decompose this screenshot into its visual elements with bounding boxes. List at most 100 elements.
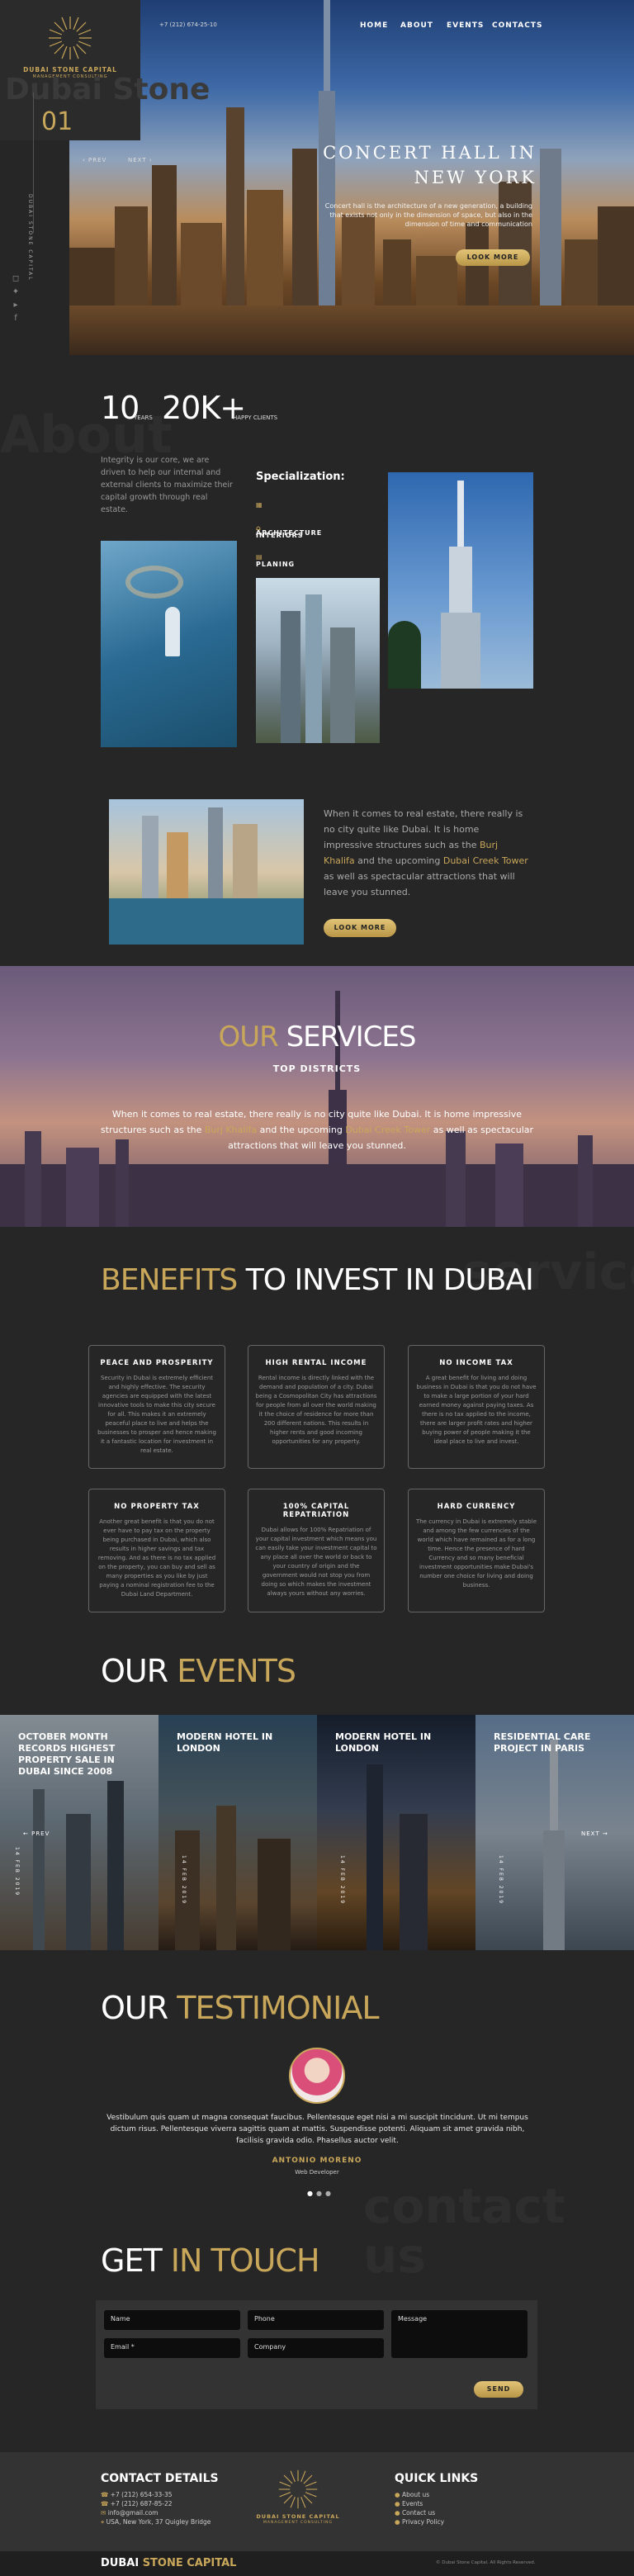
mail-icon: ✉	[101, 2509, 106, 2517]
event-card[interactable]: MODERN HOTEL IN LONDON 14 FEB 2019	[317, 1715, 476, 1950]
phone-icon: ☎	[101, 2491, 109, 2498]
benefit-card: HARD CURRENCY The currency in Dubai is ex…	[408, 1489, 545, 1612]
planing-icon: ▤	[256, 553, 263, 561]
services-subtitle: TOP DISTRICTS	[272, 1063, 362, 1074]
event-card[interactable]: MODERN HOTEL IN LONDON 14 FEB 2019	[158, 1715, 317, 1950]
event-date: 14 FEB 2019	[498, 1855, 504, 1906]
benefit-card: NO INCOME TAX A great benefit for living …	[408, 1345, 545, 1469]
footer-bottom-bar: DUBAI STONE CAPITAL © Dubai Stone Capita…	[0, 2551, 634, 2576]
brand-logo[interactable]	[47, 15, 93, 61]
hero-section: ◻ ✦ ▸ f DUBAI STONE CAPITAL MANAGEMENT C…	[0, 0, 634, 355]
testimonial-dots[interactable]: ●●●	[307, 2190, 334, 2197]
phone-icon: ☎	[101, 2500, 109, 2507]
nav-contacts[interactable]: CONTACTS	[492, 21, 542, 30]
footer-links-title: QUICK LINKS	[395, 2472, 479, 2485]
footer-link-about[interactable]: ● About us	[395, 2490, 444, 2499]
slide-number: 01	[41, 107, 73, 136]
testimonial-title: OUR TESTIMONIAL	[101, 1990, 380, 2026]
hero-title-line1: CONCERT HALL IN	[323, 143, 537, 163]
name-field[interactable]: Name	[104, 2310, 240, 2330]
instagram-icon[interactable]: ◻	[12, 272, 20, 286]
event-date: 14 FEB 2019	[14, 1847, 20, 1897]
footer-link-events[interactable]: ● Events	[395, 2499, 444, 2508]
services-burj-link[interactable]: Burj Khalifa	[205, 1125, 257, 1135]
footer-phone-1[interactable]: ☎ +7 (212) 654-33-35	[101, 2490, 211, 2499]
city-towers-image	[256, 578, 380, 743]
next-button[interactable]: NEXT ›	[128, 157, 153, 163]
message-field[interactable]: Message	[391, 2310, 528, 2358]
event-title: OCTOBER MONTH RECORDS HIGHEST PROPERTY S…	[18, 1731, 116, 1777]
footer-phone-2[interactable]: ☎ +7 (212) 687-85-22	[101, 2499, 211, 2508]
testimonial-name: ANTONIO MORENO	[272, 2157, 362, 2165]
sidebar-vertical-text: DUBAI STONE CAPITAL	[27, 194, 33, 282]
events-prev-button[interactable]: ← PREV	[23, 1830, 50, 1837]
palm-island-image	[101, 541, 237, 747]
services-title: OUR SERVICES	[218, 1020, 416, 1054]
services-section: OUR SERVICES TOP DISTRICTS When it comes…	[0, 966, 634, 1227]
footer-logo[interactable]	[277, 2469, 319, 2510]
event-card[interactable]: RESIDENTIAL CARE PROJECT IN PARIS 14 FEB…	[476, 1715, 634, 1950]
benefit-card: PEACE AND PROSPERITY Security in Dubai is…	[88, 1345, 225, 1469]
intro-paragraph: When it comes to real estate, there real…	[324, 808, 528, 897]
contact-title: GET IN TOUCH	[101, 2242, 320, 2279]
testimonial-text: Vestibulum quis quam ut magna consequat …	[106, 2114, 528, 2145]
send-button[interactable]: SEND	[474, 2381, 523, 2398]
stat-years-label: YEARS	[134, 414, 153, 421]
benefit-card: 100% CAPITAL REPATRIATION Dubai allows fo…	[248, 1489, 385, 1612]
event-date: 14 FEB 2019	[181, 1855, 187, 1906]
footer-brand-tagline: MANAGEMENT CONSULTING	[263, 2521, 333, 2525]
nav-home[interactable]: HOME	[360, 21, 388, 30]
events-title: OUR EVENTS	[101, 1653, 296, 1689]
services-creek-link[interactable]: Dubai Creek Tower	[345, 1125, 430, 1135]
specialization-title: Specialization:	[256, 471, 345, 483]
nav-events[interactable]: EVENTS	[447, 21, 484, 30]
spec-planing: ▤ PLANING	[256, 553, 296, 568]
facebook-icon[interactable]: f	[12, 312, 20, 325]
benefit-card: NO PROPERTY TAX Another great benefit is …	[88, 1489, 225, 1612]
burj-khalifa-image	[388, 472, 533, 689]
contact-section: GET IN TOUCH Name Phone Message Email * …	[0, 2231, 634, 2454]
testimonial-role: Web Developer	[295, 2169, 339, 2176]
contact-form: Name Phone Message Email * Company SEND	[96, 2300, 537, 2409]
architecture-icon: ▦	[256, 501, 263, 509]
stat-clients-label: HAPPY CLIENTS	[233, 414, 278, 421]
sidebar-divider	[33, 92, 34, 233]
event-title: MODERN HOTEL IN LONDON	[335, 1731, 432, 1754]
benefits-title: BENEFITS TO INVEST IN DUBAI	[101, 1263, 534, 1297]
footer-address: ⌖ USA, New York, 37 Quigley Bridge	[101, 2518, 211, 2526]
events-next-button[interactable]: NEXT →	[581, 1830, 608, 1837]
spec-interiors: ⌂ INTERIORS	[256, 524, 304, 539]
twitter-icon[interactable]: ✦	[12, 286, 20, 299]
benefit-card: HIGH RENTAL INCOME Rental income is direc…	[248, 1345, 385, 1469]
email-field[interactable]: Email *	[104, 2338, 240, 2358]
testimonial-section: OUR TESTIMONIAL Vestibulum quis quam ut …	[0, 1950, 634, 2280]
benefits-section: service BENEFITS TO INVEST IN DUBAI PEAC…	[0, 1227, 634, 1689]
company-field[interactable]: Company	[248, 2338, 384, 2358]
event-title: RESIDENTIAL CARE PROJECT IN PARIS	[494, 1731, 591, 1754]
services-paragraph: When it comes to real estate, there real…	[100, 1109, 534, 1151]
phone-field[interactable]: Phone	[248, 2310, 384, 2330]
event-card[interactable]: OCTOBER MONTH RECORDS HIGHEST PROPERTY S…	[0, 1715, 158, 1950]
interiors-icon: ⌂	[256, 524, 262, 532]
footer-link-privacy[interactable]: ● Privacy Policy	[395, 2517, 444, 2526]
footer: CONTACT DETAILS ☎ +7 (212) 654-33-35 ☎ +…	[0, 2452, 634, 2576]
footer-email[interactable]: ✉ info@gmail.com	[101, 2508, 211, 2517]
about-body: Integrity is our core, we are driven to …	[101, 456, 233, 514]
location-icon: ⌖	[101, 2518, 105, 2526]
event-title: MODERN HOTEL IN LONDON	[177, 1731, 273, 1754]
footer-contact-title: CONTACT DETAILS	[101, 2472, 219, 2485]
dubai-downtown-image	[109, 799, 304, 945]
footer-link-contact[interactable]: ● Contact us	[395, 2508, 444, 2517]
footer-brand: DUBAI STONE CAPITAL	[256, 2513, 340, 2520]
nav-about[interactable]: ABOUT	[400, 21, 433, 30]
intro-section: When it comes to real estate, there real…	[0, 784, 634, 966]
prev-button[interactable]: ‹ PREV	[83, 157, 106, 163]
header-phone[interactable]: +7 (212) 674-25-10	[159, 21, 217, 28]
youtube-icon[interactable]: ▸	[12, 299, 20, 312]
hero-title-line2: NEW YORK	[414, 168, 537, 187]
hero-look-more-button[interactable]: LOOK MORE	[456, 249, 530, 266]
copyright: © Dubai Stone Capital. All Rights Reserv…	[436, 2560, 536, 2565]
intro-look-more-button[interactable]: LOOK MORE	[324, 919, 396, 937]
dubai-creek-tower-link[interactable]: Dubai Creek Tower	[443, 855, 528, 866]
hero-bg-word: Dubai Stone	[5, 73, 211, 107]
